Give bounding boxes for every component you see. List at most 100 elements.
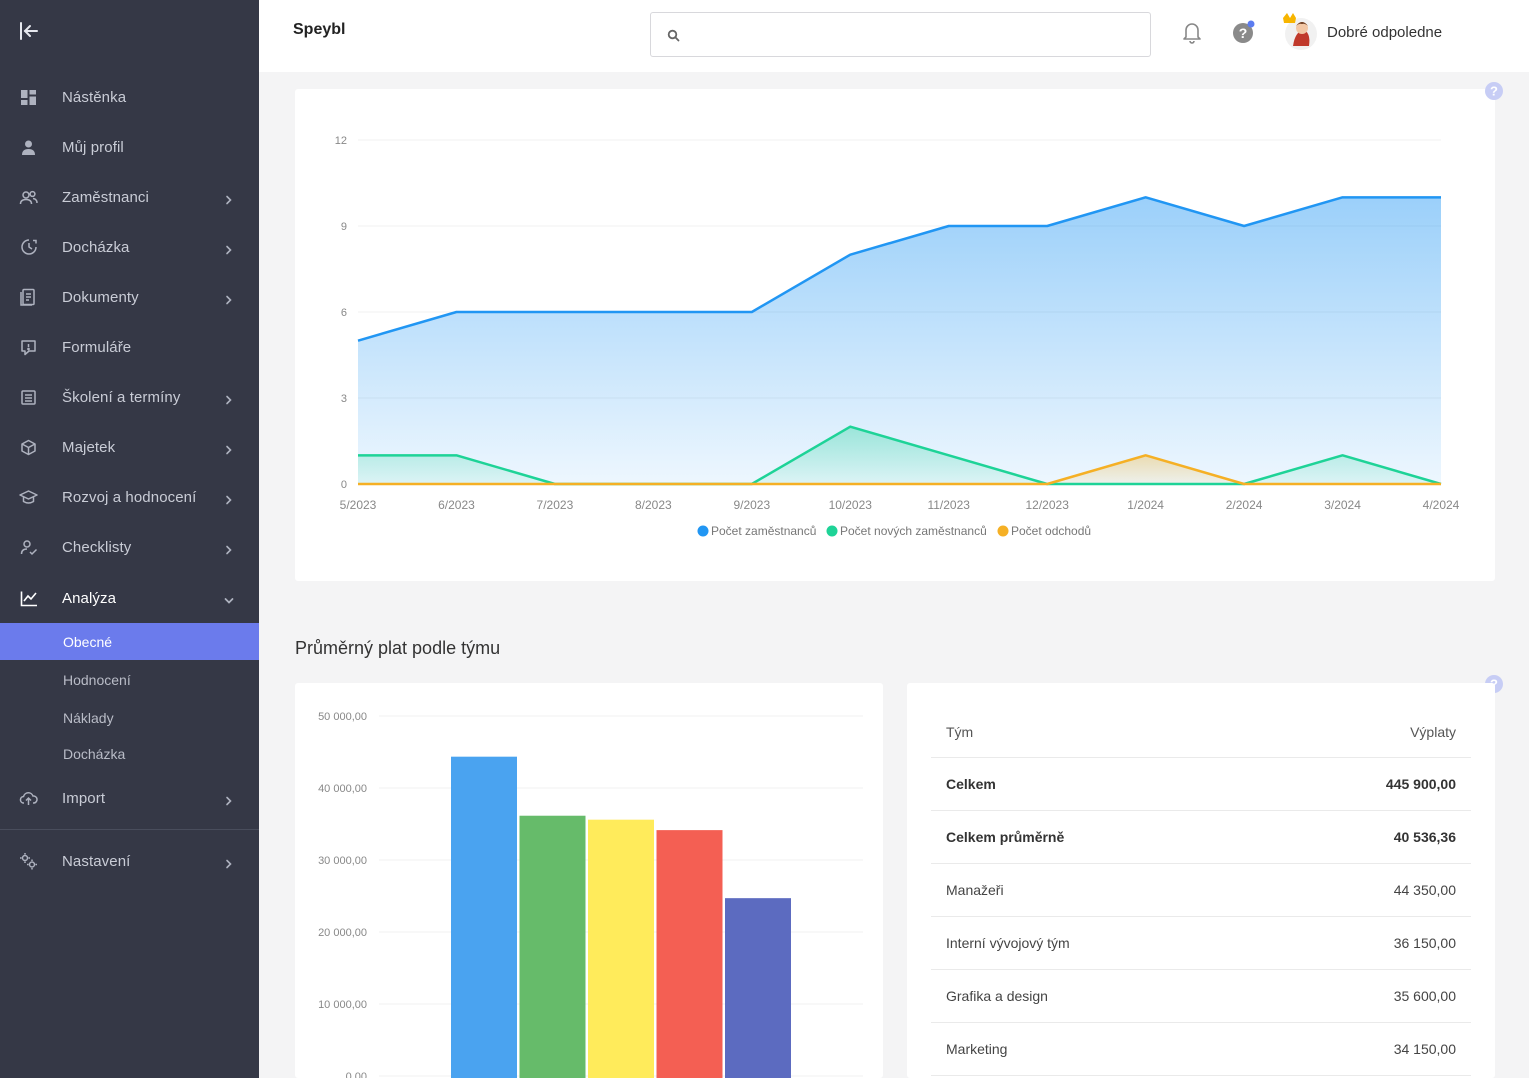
salary-table: Tým Výplaty Celkem 445 900,00 Celkem průmě… xyxy=(931,707,1471,1076)
sidebar-item-nastenka[interactable]: Nástěnka xyxy=(0,77,259,117)
sidebar-item-label: Nastavení xyxy=(62,852,131,870)
y-tick-label: 12 xyxy=(335,135,347,147)
sidebar-item-import[interactable]: Import xyxy=(0,778,259,818)
sidebar-item-analyza[interactable]: Analýza xyxy=(0,578,259,618)
sidebar-item-dokumenty[interactable]: Dokumenty xyxy=(0,277,259,317)
legend-item[interactable]: Počet odchodů xyxy=(997,524,1092,538)
greeting-text: Dobré odpoledne xyxy=(1327,24,1443,41)
sidebar: Nástěnka Můj profil Zaměstnanci Docházka Dok… xyxy=(0,0,259,1078)
sidebar-item-label: Analýza xyxy=(62,589,117,607)
sidebar-item-label: Majetek xyxy=(62,438,116,456)
x-tick-label: 11/2023 xyxy=(927,498,970,512)
table-row: Manažeři 44 350,00 xyxy=(931,864,1471,917)
search-input[interactable] xyxy=(689,21,1139,49)
calendar-icon xyxy=(19,388,38,407)
users-icon xyxy=(19,188,38,207)
x-tick-label: 5/2023 xyxy=(340,498,377,512)
sidebar-item-zamestnanci[interactable]: Zaměstnanci xyxy=(0,177,259,217)
payout-cell: 35 600,00 xyxy=(1393,988,1456,1004)
sidebar-subitem-label: Obecné xyxy=(63,633,113,650)
sidebar-item-formulare[interactable]: Formuláře xyxy=(0,327,259,367)
y-tick-label: 0,00 xyxy=(346,1071,367,1078)
table-row: Interní vývojový tým 36 150,00 xyxy=(931,917,1471,970)
chevron-right-icon xyxy=(224,392,234,405)
sidebar-subitem-hodnoceni[interactable]: Hodnocení xyxy=(0,661,259,698)
payout-cell: 34 150,00 xyxy=(1393,1041,1456,1057)
y-tick-label: 3 xyxy=(341,393,347,405)
legend-swatch xyxy=(826,525,838,537)
salary-table-card: Tým Výplaty Celkem 445 900,00 Celkem průmě… xyxy=(907,683,1495,1078)
y-tick-label: 20 000,00 xyxy=(318,927,367,939)
y-tick-label: 10 000,00 xyxy=(318,999,367,1011)
x-tick-label: 2/2024 xyxy=(1226,498,1263,512)
clock-icon xyxy=(19,238,38,257)
sidebar-item-muj-profil[interactable]: Můj profil xyxy=(0,127,259,167)
sidebar-item-nastaveni[interactable]: Nastavení xyxy=(0,841,259,881)
chevron-right-icon xyxy=(224,793,234,806)
bar[interactable] xyxy=(725,898,791,1078)
sidebar-item-label: Školení a termíny xyxy=(62,388,181,406)
sidebar-subitem-label: Docházka xyxy=(63,745,126,762)
payout-cell: 445 900,00 xyxy=(1385,776,1456,792)
sidebar-item-majetek[interactable]: Majetek xyxy=(0,427,259,467)
sidebar-item-label: Rozvoj a hodnocení xyxy=(62,488,197,506)
table-header-row: Tým Výplaty xyxy=(931,707,1471,758)
chart-help-icon[interactable]: ? xyxy=(1484,81,1504,101)
table-row: Celkem průměrně 40 536,36 xyxy=(931,811,1471,864)
sidebar-item-label: Formuláře xyxy=(62,338,132,356)
bar[interactable] xyxy=(451,756,517,1078)
sidebar-subitem-naklady[interactable]: Náklady xyxy=(0,699,259,736)
sidebar-item-skoleni-a-terminy[interactable]: Školení a termíny xyxy=(0,377,259,417)
y-tick-label: 9 xyxy=(341,221,347,233)
y-tick-label: 0 xyxy=(341,479,347,491)
sidebar-item-checklisty[interactable]: Checklisty xyxy=(0,527,259,567)
sidebar-subitem-label: Náklady xyxy=(63,709,114,726)
sidebar-subitem-label: Hodnocení xyxy=(63,671,131,688)
table-row: Marketing 34 150,00 xyxy=(931,1023,1471,1076)
y-tick-label: 6 xyxy=(341,307,347,319)
sidebar-divider xyxy=(0,829,259,830)
legend-swatch xyxy=(997,525,1009,537)
x-tick-label: 6/2023 xyxy=(438,498,475,512)
form-icon xyxy=(19,338,38,357)
legend-item[interactable]: Počet zaměstnanců xyxy=(697,524,817,538)
chevron-right-icon xyxy=(224,192,234,205)
notifications-bell-icon[interactable] xyxy=(1181,20,1203,44)
chevron-right-icon xyxy=(224,542,234,555)
bar[interactable] xyxy=(519,815,586,1078)
sidebar-subitem-dochazka[interactable]: Docházka xyxy=(0,735,259,772)
sidebar-subitem-obecne[interactable]: Obecné xyxy=(0,623,259,660)
chevron-right-icon xyxy=(224,492,234,505)
chevron-right-icon xyxy=(224,242,234,255)
team-name-cell: Marketing xyxy=(946,1041,1008,1057)
x-tick-label: 9/2023 xyxy=(733,498,770,512)
collapse-sidebar-icon[interactable] xyxy=(18,20,40,42)
graduation-cap-icon xyxy=(19,488,38,507)
x-tick-label: 7/2023 xyxy=(537,498,574,512)
column-header-team: Tým xyxy=(946,724,974,740)
table-row: Grafika a design 35 600,00 xyxy=(931,970,1471,1023)
y-tick-label: 30 000,00 xyxy=(318,855,367,867)
chevron-right-icon xyxy=(224,292,234,305)
payout-cell: 36 150,00 xyxy=(1393,935,1456,951)
sidebar-item-label: Checklisty xyxy=(62,538,132,556)
search-box[interactable] xyxy=(650,12,1151,57)
sidebar-item-rozvoj-a-hodnoceni[interactable]: Rozvoj a hodnocení xyxy=(0,477,259,517)
x-tick-label: 4/2024 xyxy=(1423,498,1460,512)
table-row: Celkem 445 900,00 xyxy=(931,758,1471,811)
employees-chart-card: 0 3 6 9 12 5/2023 6/2023 7/2023 8/2023 9/2023 10/2… xyxy=(295,89,1495,581)
bar[interactable] xyxy=(656,830,723,1078)
sidebar-item-label: Zaměstnanci xyxy=(62,188,149,206)
sidebar-item-label: Nástěnka xyxy=(62,88,127,106)
box-icon xyxy=(19,438,38,457)
legend-item[interactable]: Počet nových zaměstnanců xyxy=(826,524,987,538)
dashboard-icon xyxy=(19,88,38,107)
sidebar-item-dochazka[interactable]: Docházka xyxy=(0,227,259,267)
x-tick-label: 12/2023 xyxy=(1025,498,1069,512)
search-icon xyxy=(667,29,680,42)
help-icon[interactable]: ? xyxy=(1232,20,1256,44)
bar[interactable] xyxy=(588,819,654,1078)
settings-icon xyxy=(19,852,38,871)
user-avatar[interactable] xyxy=(1281,12,1321,52)
x-tick-label: 10/2023 xyxy=(829,498,873,512)
